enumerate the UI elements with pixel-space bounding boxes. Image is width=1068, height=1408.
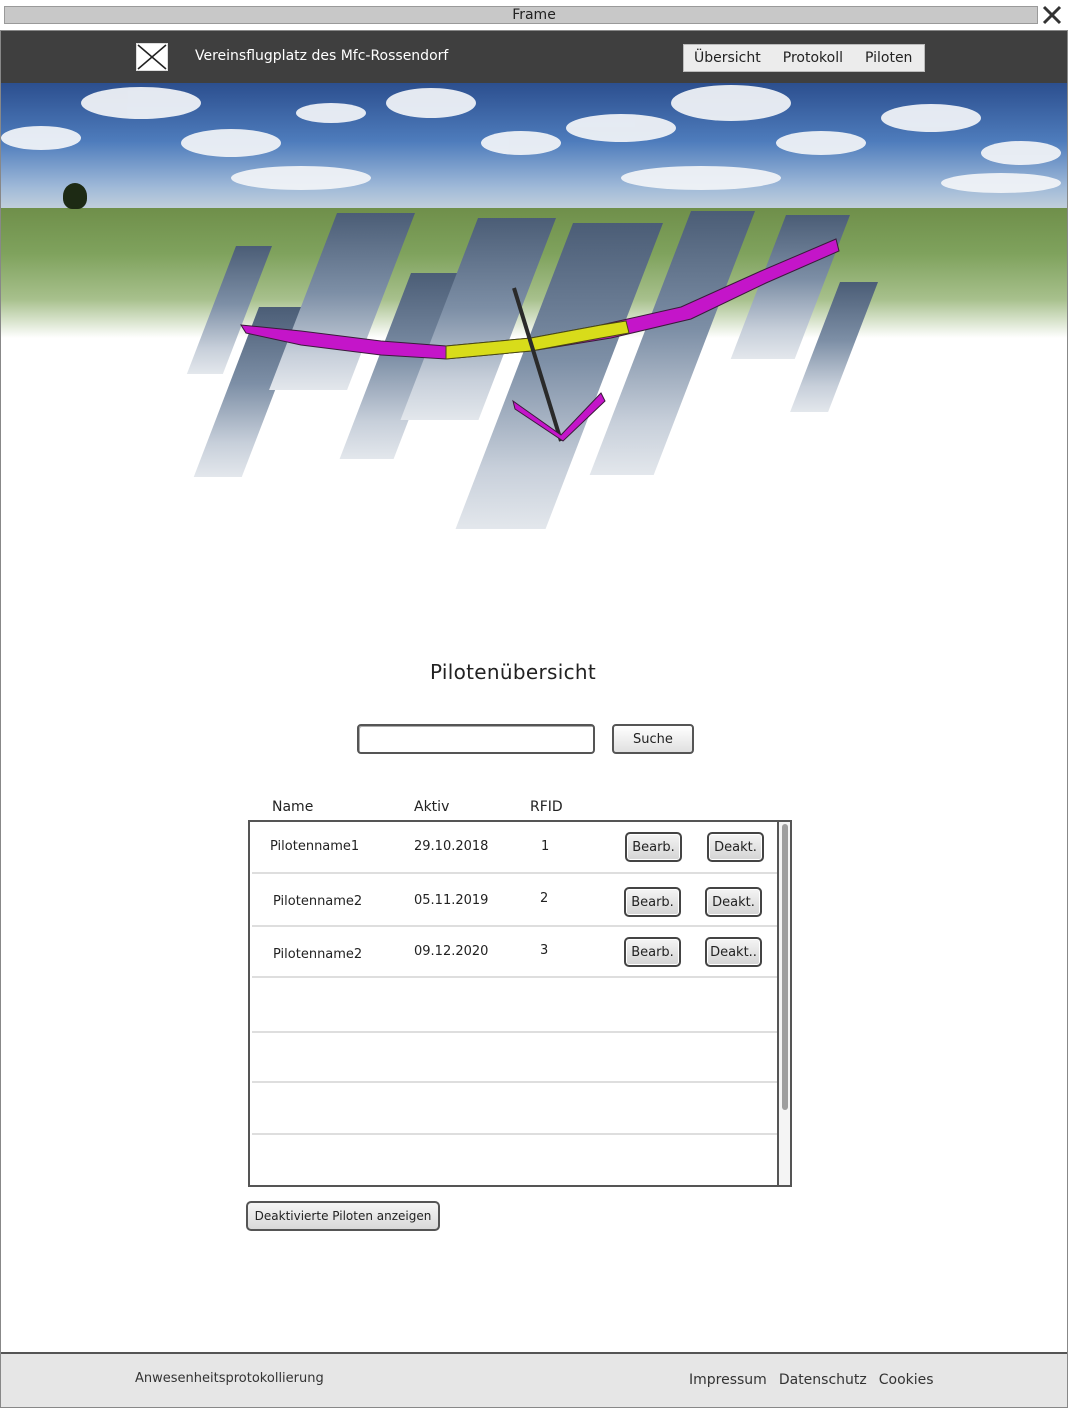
site-header: Vereinsflugplatz des Mfc-Rossendorf Über…: [1, 31, 1067, 83]
pilot-rfid: 2: [540, 891, 549, 906]
close-icon[interactable]: [1040, 4, 1064, 26]
row-divider: [252, 976, 778, 978]
deactivate-button[interactable]: Deakt.: [705, 887, 762, 917]
row-divider: [252, 1081, 778, 1083]
page-title: Pilotenübersicht: [430, 660, 596, 684]
glider-illustration: [240, 238, 840, 442]
deactivate-button[interactable]: Deakt..: [705, 937, 762, 967]
main-nav: Übersicht Protokoll Piloten: [683, 44, 925, 72]
table-scrollbar[interactable]: [777, 822, 790, 1185]
row-divider: [252, 872, 778, 874]
pilots-table: Pilotenname1 29.10.2018 1 Bearb. Deakt. …: [248, 820, 792, 1187]
deactivate-button[interactable]: Deakt.: [707, 832, 764, 862]
show-deactivated-button[interactable]: Deaktivierte Piloten anzeigen: [246, 1201, 440, 1231]
footer-brand: Anwesenheitsprotokollierung: [135, 1371, 324, 1386]
pilot-aktiv: 29.10.2018: [414, 839, 489, 854]
pilot-rfid: 3: [540, 943, 549, 958]
search-button[interactable]: Suche: [612, 724, 694, 754]
edit-button[interactable]: Bearb.: [624, 937, 681, 967]
edit-button[interactable]: Bearb.: [625, 832, 682, 862]
pilot-name: Pilotenname2: [273, 947, 363, 962]
pilot-aktiv: 05.11.2019: [414, 893, 489, 908]
image-placeholder-icon: [136, 43, 168, 71]
column-header-name: Name: [272, 799, 314, 815]
search-input[interactable]: [357, 724, 595, 754]
pilot-name: Pilotenname2: [273, 894, 363, 909]
window-titlebar: Frame: [0, 0, 1068, 30]
column-header-rfid: RFID: [530, 799, 563, 815]
nav-item-protokoll[interactable]: Protokoll: [761, 50, 843, 66]
pilot-rfid: 1: [541, 839, 550, 854]
hero-image: [1, 83, 1067, 543]
column-header-aktiv: Aktiv: [414, 799, 450, 815]
row-divider: [252, 925, 778, 927]
pilot-name: Pilotenname1: [270, 839, 360, 854]
footer-links: Impressum Datenschutz Cookies: [689, 1372, 946, 1388]
footer-link-cookies[interactable]: Cookies: [879, 1372, 934, 1388]
row-divider: [252, 1133, 778, 1135]
site-title: Vereinsflugplatz des Mfc-Rossendorf: [195, 48, 449, 64]
footer-link-impressum[interactable]: Impressum: [689, 1372, 767, 1388]
row-divider: [252, 1031, 778, 1033]
nav-item-piloten[interactable]: Piloten: [843, 50, 912, 66]
nav-item-uebersicht[interactable]: Übersicht: [684, 50, 761, 66]
scrollbar-thumb[interactable]: [782, 824, 788, 1110]
pilot-aktiv: 09.12.2020: [414, 944, 489, 959]
edit-button[interactable]: Bearb.: [624, 887, 681, 917]
footer-link-datenschutz[interactable]: Datenschutz: [779, 1372, 867, 1388]
window-title: Frame: [512, 7, 556, 23]
site-footer: Anwesenheitsprotokollierung Impressum Da…: [1, 1352, 1067, 1408]
